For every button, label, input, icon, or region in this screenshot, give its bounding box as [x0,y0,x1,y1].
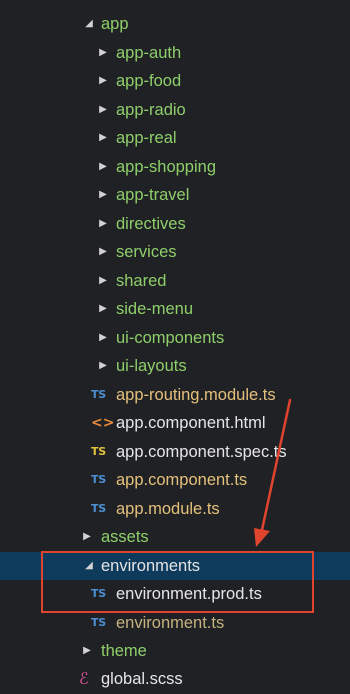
ts-icon: TS [91,616,106,629]
tree-file-global-scss[interactable]: ℰ global.scss [0,665,350,693]
tree-item-label: app [101,15,129,33]
ts-icon: TS [91,502,106,515]
tree-item-label: assets [101,528,149,546]
chevron-right-icon[interactable]: ▶ [96,324,110,352]
chevron-right-icon[interactable]: ▶ [96,181,110,209]
chevron-right-icon[interactable]: ▶ [96,210,110,238]
tree-file-app-component-ts[interactable]: TS app.component.ts [0,466,350,494]
chevron-right-icon[interactable]: ▶ [80,637,94,665]
tree-item-label: app.module.ts [116,500,220,518]
tree-folder-shared[interactable]: ▶ shared [0,267,350,295]
tree-folder-ui-components[interactable]: ▶ ui-components [0,324,350,352]
tree-item-label: theme [101,642,147,660]
ts-icon: TS [91,388,106,401]
chevron-right-icon[interactable]: ▶ [96,96,110,124]
ts-spec-icon: TS [91,445,106,458]
chevron-right-icon[interactable]: ▶ [80,523,94,551]
tree-folder-app[interactable]: ◢ app [0,10,350,38]
file-explorer-tree: ◢ app ▶ app-auth ▶ app-food ▶ app-radio … [0,0,350,694]
chevron-right-icon[interactable]: ▶ [96,295,110,323]
tree-file-app-routing-module[interactable]: TS app-routing.module.ts [0,381,350,409]
tree-folder-directives[interactable]: ▶ directives [0,210,350,238]
tree-item-label: shared [116,272,167,290]
chevron-down-icon[interactable]: ◢ [82,552,96,580]
tree-item-label: services [116,243,177,261]
tree-folder-app-shopping[interactable]: ▶ app-shopping [0,153,350,181]
chevron-right-icon[interactable]: ▶ [96,267,110,295]
tree-item-label: app-radio [116,101,186,119]
tree-item-label: global.scss [101,670,183,688]
tree-folder-app-radio[interactable]: ▶ app-radio [0,96,350,124]
tree-folder-ui-layouts[interactable]: ▶ ui-layouts [0,352,350,380]
tree-item-label: app-routing.module.ts [116,386,276,404]
chevron-down-icon[interactable]: ◢ [82,10,96,38]
scss-icon: ℰ [79,669,89,688]
tree-item-label: ui-components [116,329,225,347]
chevron-right-icon[interactable]: ▶ [96,238,110,266]
tree-file-environment[interactable]: TS environment.ts [0,609,350,637]
tree-item-label: environment.prod.ts [116,585,262,603]
tree-file-app-module[interactable]: TS app.module.ts [0,495,350,523]
tree-folder-app-real[interactable]: ▶ app-real [0,124,350,152]
tree-item-label: environment.ts [116,614,225,632]
tree-folder-app-travel[interactable]: ▶ app-travel [0,181,350,209]
tree-item-label: app-auth [116,44,182,62]
tree-item-label: environments [101,557,201,575]
tree-folder-app-auth[interactable]: ▶ app-auth [0,39,350,67]
tree-item-label: side-menu [116,300,194,318]
tree-file-app-component-html[interactable]: <> app.component.html [0,409,350,437]
chevron-right-icon[interactable]: ▶ [96,39,110,67]
tree-item-label: app.component.html [116,414,266,432]
tree-file-app-component-spec[interactable]: TS app.component.spec.ts [0,438,350,466]
tree-folder-app-food[interactable]: ▶ app-food [0,67,350,95]
chevron-right-icon[interactable]: ▶ [96,153,110,181]
tree-file-environment-prod[interactable]: TS environment.prod.ts [0,580,350,608]
tree-item-label: app-food [116,72,182,90]
ts-icon: TS [91,473,106,486]
tree-item-label: app-shopping [116,158,216,176]
ts-icon: TS [91,587,106,600]
tree-item-label: app-travel [116,186,190,204]
chevron-right-icon[interactable]: ▶ [96,67,110,95]
tree-folder-environments[interactable]: ◢ environments [0,552,350,580]
chevron-right-icon[interactable]: ▶ [96,124,110,152]
tree-folder-assets[interactable]: ▶ assets [0,523,350,551]
tree-item-label: directives [116,215,186,233]
chevron-right-icon[interactable]: ▶ [96,352,110,380]
tree-item-label: app.component.spec.ts [116,443,287,461]
tree-folder-side-menu[interactable]: ▶ side-menu [0,295,350,323]
html-icon: <> [91,415,115,431]
tree-item-label: ui-layouts [116,357,187,375]
tree-item-label: app.component.ts [116,471,248,489]
tree-folder-services[interactable]: ▶ services [0,238,350,266]
tree-folder-theme[interactable]: ▶ theme [0,637,350,665]
tree-item-label: app-real [116,129,177,147]
